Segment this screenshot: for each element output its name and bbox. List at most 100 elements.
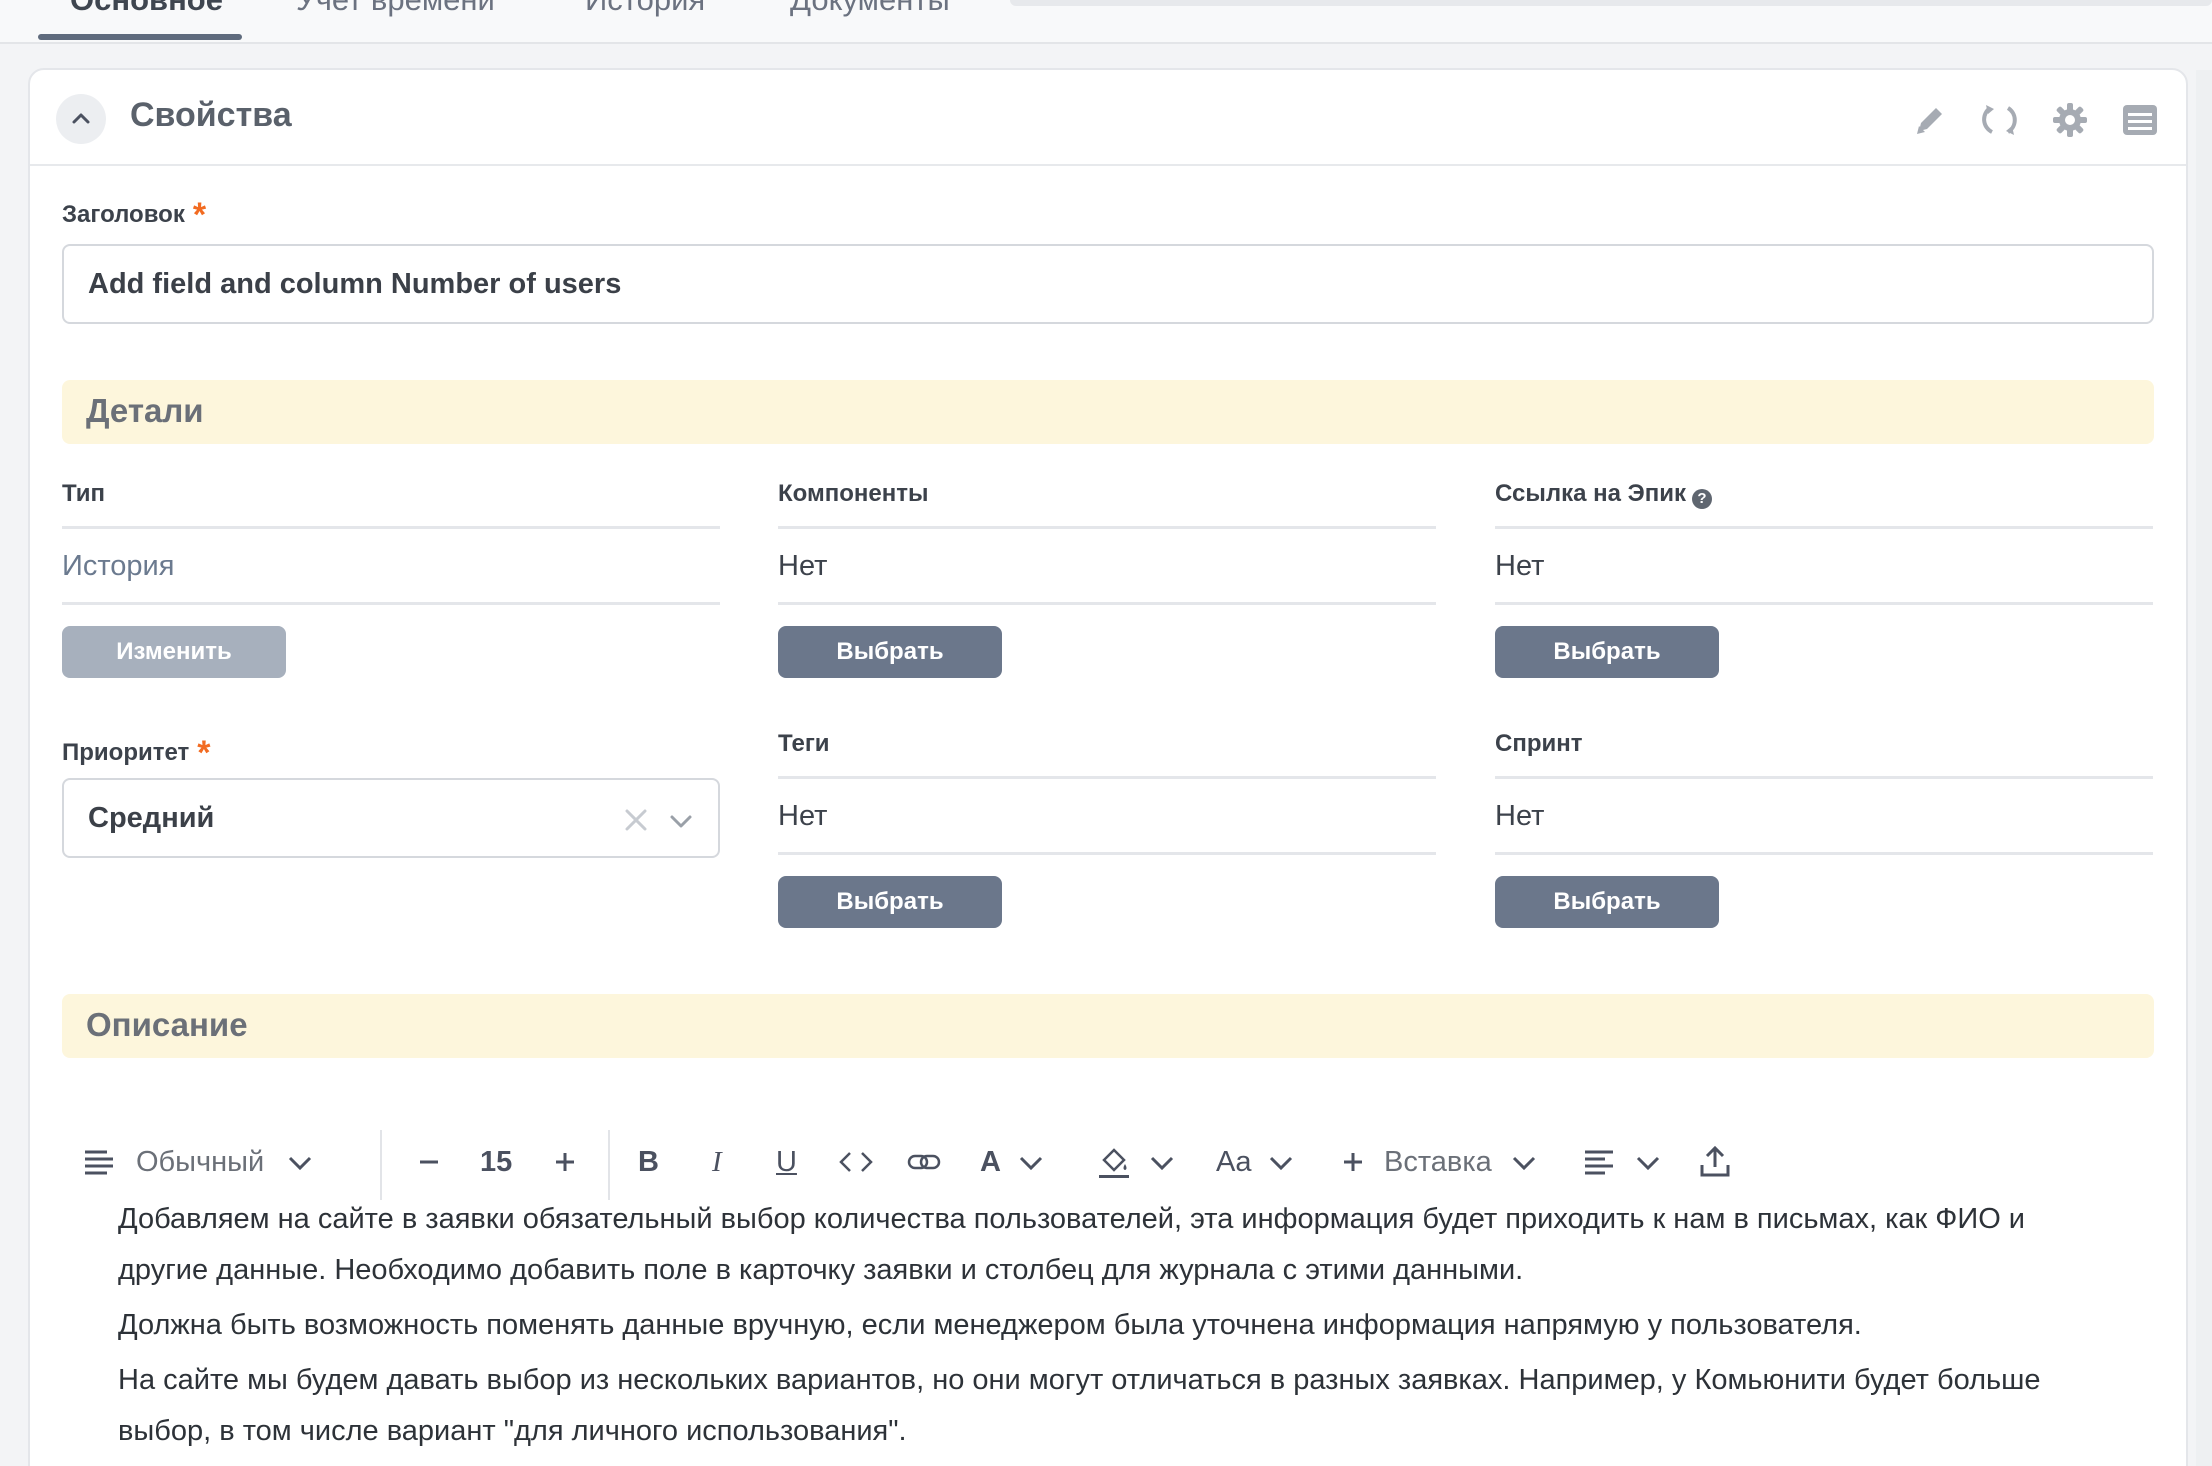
description-editor[interactable]: Добавляем на сайте в заявки обязательный… — [118, 1194, 2118, 1461]
tab-history[interactable]: История — [585, 0, 705, 18]
tab-documents[interactable]: Документы — [790, 0, 950, 18]
decrease-font-button[interactable] — [414, 1120, 444, 1204]
font-size-value[interactable]: 15 — [480, 1120, 512, 1204]
paint-bucket-icon — [1099, 1148, 1129, 1178]
text-case-label: Aa — [1216, 1145, 1252, 1178]
link-icon — [907, 1154, 941, 1170]
field-divider — [62, 526, 720, 529]
refresh-icon[interactable] — [1978, 98, 2022, 142]
title-input[interactable]: Add field and column Number of users — [62, 244, 2154, 324]
field-divider — [1495, 852, 2153, 855]
tab-main[interactable]: Основное — [70, 0, 223, 18]
sprint-label: Спринт — [1495, 730, 1583, 757]
select-sprint-button[interactable]: Выбрать — [1495, 876, 1719, 928]
align-left-icon — [1585, 1150, 1613, 1175]
details-section-title: Детали — [86, 392, 204, 429]
insert-dropdown[interactable]: Вставка — [1338, 1120, 1538, 1204]
plus-icon — [556, 1153, 574, 1171]
type-field-column: Тип История Изменить Приоритет * Средний — [62, 480, 720, 1010]
gear-icon[interactable] — [2048, 98, 2092, 142]
block-type-label: Обычный — [136, 1145, 265, 1178]
plus-icon — [1344, 1153, 1362, 1171]
priority-label-text: Приоритет — [62, 739, 190, 766]
active-tab-indicator — [38, 34, 242, 40]
highlight-dropdown[interactable] — [1096, 1120, 1176, 1204]
align-dropdown[interactable] — [1582, 1120, 1662, 1204]
title-label: Заголовок * — [62, 192, 207, 234]
required-mark: * — [192, 196, 207, 234]
epic-field-column: Ссылка на Эпик? Нет Выбрать Спринт Нет В… — [1495, 480, 2153, 1010]
field-divider — [778, 852, 1436, 855]
italic-button[interactable]: I — [712, 1120, 722, 1204]
minus-icon — [420, 1160, 438, 1164]
components-field-column: Компоненты Нет Выбрать Теги Нет Выбрать — [778, 480, 1436, 1010]
chevron-down-icon[interactable] — [668, 808, 694, 834]
increase-font-button[interactable] — [550, 1120, 580, 1204]
tabs-divider — [1010, 0, 2212, 6]
page: Основное Учет времени История Документы … — [0, 0, 2212, 1466]
epic-link-value: Нет — [1495, 550, 1545, 582]
tags-label: Теги — [778, 730, 830, 757]
type-value-link[interactable]: История — [62, 550, 174, 583]
type-label: Тип — [62, 480, 105, 507]
field-divider — [1495, 602, 2153, 605]
link-button[interactable] — [906, 1120, 942, 1204]
chevron-down-icon — [1270, 1156, 1293, 1171]
description-section-title: Описание — [86, 1006, 248, 1043]
editor-toolbar: Обычный 15 B I U A Aa Вставка — [62, 1120, 2154, 1204]
text-case-dropdown[interactable]: Aa — [1216, 1120, 1295, 1204]
field-divider — [62, 602, 720, 605]
description-paragraph: Добавляем на сайте в заявки обязательный… — [118, 1203, 2026, 1286]
list-icon[interactable] — [2118, 98, 2162, 142]
card-title: Свойства — [130, 96, 292, 134]
scrollbar-track[interactable] — [2196, 70, 2212, 1466]
title-input-value: Add field and column Number of users — [88, 267, 622, 300]
select-epic-button[interactable]: Выбрать — [1495, 626, 1719, 678]
details-section-header: Детали — [62, 380, 2154, 444]
clear-icon[interactable] — [622, 806, 650, 834]
bold-button[interactable]: B — [638, 1120, 659, 1204]
block-type-dropdown[interactable]: Обычный — [82, 1120, 314, 1204]
chevron-down-icon — [289, 1156, 312, 1171]
priority-select[interactable]: Средний — [62, 778, 720, 858]
edit-icon[interactable] — [1908, 98, 1952, 142]
description-section-header: Описание — [62, 994, 2154, 1058]
toolbar-divider — [380, 1130, 382, 1200]
epic-link-label-text: Ссылка на Эпик — [1495, 480, 1686, 507]
bold-icon: B — [638, 1145, 659, 1178]
paragraph-icon — [85, 1150, 113, 1175]
export-button[interactable] — [1698, 1120, 1732, 1204]
collapse-button[interactable] — [56, 94, 106, 144]
priority-label: Приоритет * — [62, 730, 211, 772]
field-divider — [778, 526, 1436, 529]
toolbar-divider — [608, 1130, 610, 1200]
field-divider — [778, 602, 1436, 605]
priority-select-value: Средний — [88, 802, 215, 834]
underline-button[interactable]: U — [776, 1120, 797, 1204]
tags-value: Нет — [778, 800, 828, 832]
select-components-button[interactable]: Выбрать — [778, 626, 1002, 678]
font-color-dropdown[interactable]: A — [980, 1120, 1045, 1204]
underline-icon: U — [776, 1145, 797, 1178]
code-icon — [839, 1152, 873, 1172]
field-divider — [1495, 526, 2153, 529]
upload-icon — [1700, 1145, 1730, 1177]
select-tags-button[interactable]: Выбрать — [778, 876, 1002, 928]
components-value: Нет — [778, 550, 828, 582]
title-label-text: Заголовок — [62, 201, 185, 228]
description-paragraph: Должна быть возможность поменять данные … — [118, 1309, 1862, 1341]
italic-icon: I — [712, 1145, 722, 1178]
field-divider — [1495, 776, 2153, 779]
card-header: Свойства — [30, 70, 2186, 166]
epic-link-label: Ссылка на Эпик? — [1495, 480, 1712, 509]
help-icon[interactable]: ? — [1691, 488, 1712, 509]
code-button[interactable] — [838, 1120, 874, 1204]
field-divider — [778, 776, 1436, 779]
chevron-down-icon — [1150, 1156, 1174, 1171]
chevron-down-icon — [1019, 1156, 1043, 1171]
tab-time-tracking[interactable]: Учет времени — [296, 0, 495, 18]
change-type-button[interactable]: Изменить — [62, 626, 286, 678]
chevron-down-icon — [1512, 1156, 1535, 1171]
required-mark: * — [197, 734, 211, 772]
chevron-up-icon — [72, 113, 90, 124]
